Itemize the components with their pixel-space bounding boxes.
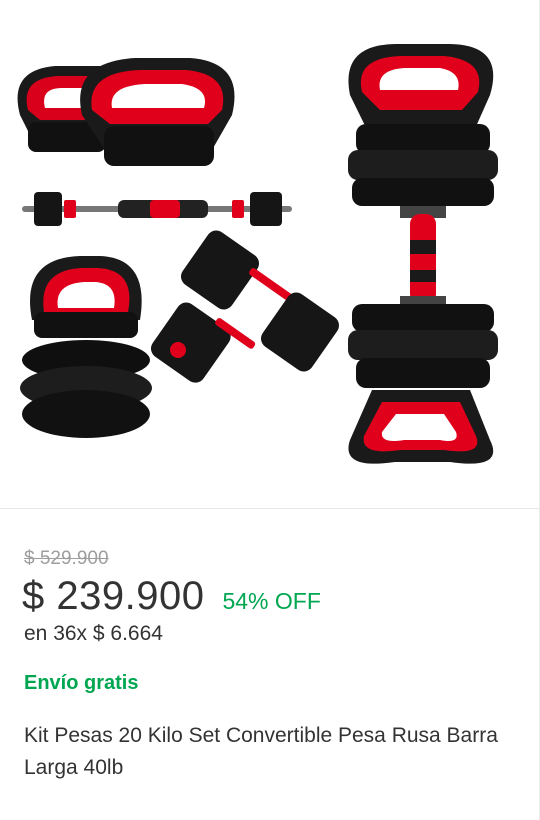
price-row: $ 239.900 54% OFF: [22, 574, 321, 619]
dumbbells-image: [150, 230, 340, 383]
installments-text: en 36x $ 6.664: [24, 622, 163, 645]
convertible-dumbbell-image: [348, 44, 498, 464]
product-card[interactable]: $ 529.900 $ 239.900 54% OFF en 36x $ 6.6…: [0, 0, 540, 820]
barbell-bar-image: [22, 192, 292, 226]
product-title[interactable]: Kit Pesas 20 Kilo Set Convertible Pesa R…: [24, 720, 504, 784]
kettlebell-image: [20, 256, 152, 438]
free-shipping-label: Envío gratis: [24, 672, 139, 694]
divider: [0, 508, 540, 509]
current-price: $ 239.900: [22, 574, 205, 618]
original-price: $ 529.900: [24, 548, 109, 569]
product-image[interactable]: [0, 0, 540, 508]
kettlebell-handle-image: [17, 58, 235, 166]
discount-badge: 54% OFF: [222, 588, 321, 614]
